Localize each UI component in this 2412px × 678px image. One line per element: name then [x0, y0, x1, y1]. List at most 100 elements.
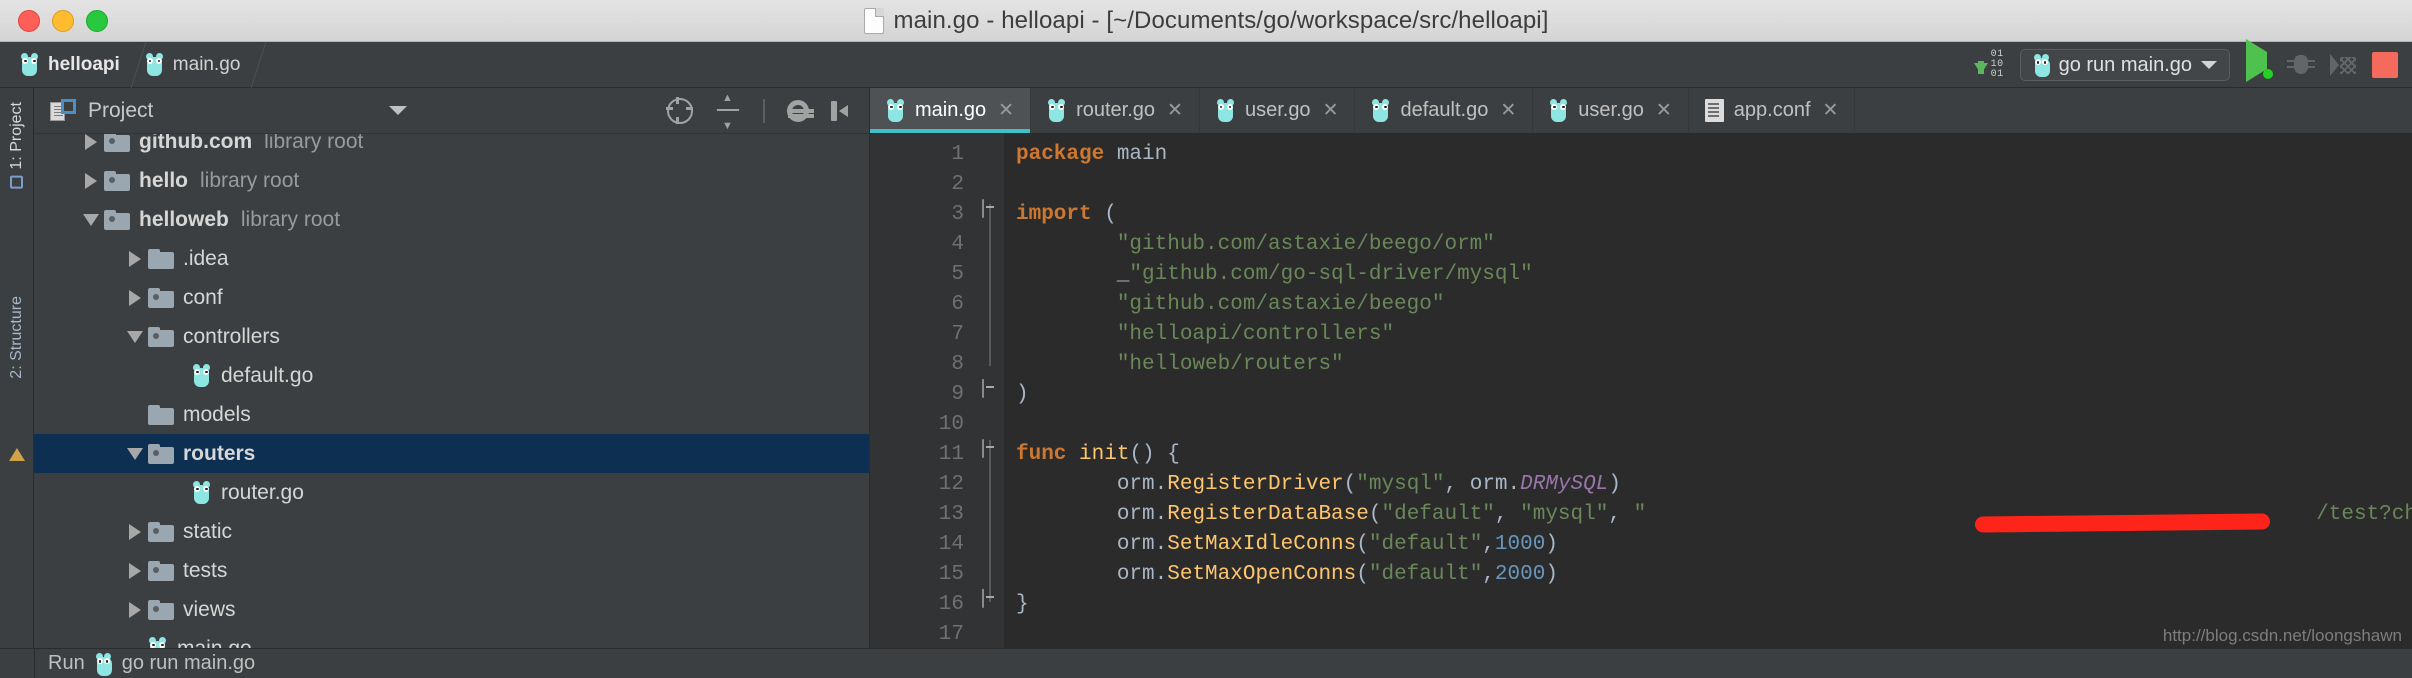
breadcrumb-item-helloapi[interactable]: helloapi — [16, 42, 136, 88]
tree-row-github-com[interactable]: github.com library root — [34, 134, 869, 161]
run-configuration-selector[interactable]: go run main.go — [2019, 49, 2230, 81]
gopher-icon — [20, 52, 39, 77]
favorites-icon[interactable] — [9, 448, 25, 461]
build-binary-icon[interactable]: 01 10 01 — [1973, 50, 2004, 80]
editor-tab-default-go[interactable]: default.go ✕ — [1355, 88, 1534, 133]
collapse-arrow-icon[interactable] — [122, 330, 148, 343]
run-configuration-label: go run main.go — [2058, 53, 2192, 76]
fold-start-init-icon[interactable] — [982, 439, 1000, 458]
expand-arrow-icon[interactable] — [78, 172, 104, 189]
line-number: 14 — [938, 533, 964, 556]
expand-arrow-icon[interactable] — [78, 134, 104, 150]
editor-tab-user-go[interactable]: user.go ✕ — [1200, 88, 1356, 133]
source-code-text[interactable]: package main import ( "github.com/astaxi… — [1004, 134, 2412, 678]
tree-row-router-go[interactable]: router.go — [34, 473, 869, 512]
folder-icon — [148, 287, 174, 308]
collapse-arrow-icon[interactable] — [78, 213, 104, 226]
tree-row-tests[interactable]: tests — [34, 551, 869, 590]
folder-icon — [148, 326, 174, 347]
tree-node-label: conf — [183, 285, 223, 309]
line-number: 17 — [938, 623, 964, 646]
tree-node-label: views — [183, 597, 236, 621]
expand-arrow-icon[interactable] — [122, 562, 148, 579]
editor-tab-user-go[interactable]: user.go ✕ — [1533, 88, 1689, 133]
line-number: 2 — [951, 173, 964, 196]
code-line-16: } — [1016, 593, 1029, 616]
close-tab-icon[interactable]: ✕ — [1656, 101, 1672, 120]
tree-row-default-go[interactable]: default.go — [34, 356, 869, 395]
project-file-tree[interactable]: github.com library root hello library root h… — [34, 134, 869, 678]
tree-row-helloweb[interactable]: helloweb library root — [34, 200, 869, 239]
expand-arrow-icon[interactable] — [122, 289, 148, 306]
expand-arrow-icon[interactable] — [122, 601, 148, 618]
editor-tab-app-conf[interactable]: app.conf ✕ — [1689, 88, 1856, 133]
fold-start-import-icon[interactable] — [982, 199, 1000, 218]
debug-button[interactable] — [2287, 53, 2315, 77]
hide-panel-icon[interactable] — [831, 98, 857, 124]
code-line-7: "helloapi/controllers" — [1016, 323, 1395, 346]
tree-node-label: default.go — [221, 363, 314, 387]
tree-node-label: controllers — [183, 324, 280, 348]
zoom-window-button[interactable] — [86, 9, 108, 32]
tool-window-tab-project[interactable]: 1: Project — [0, 94, 34, 197]
tree-row-conf[interactable]: conf — [34, 278, 869, 317]
code-editor[interactable]: 1 2 3 4 5 6 7 8 9 10 11 12 13 14 15 16 17 package main i… — [870, 134, 2412, 678]
stop-button[interactable] — [2372, 52, 2398, 78]
code-line-11: func init() { — [1016, 443, 1180, 466]
run-button[interactable] — [2246, 39, 2273, 82]
breadcrumb: helloapi main.go — [0, 41, 267, 88]
collapse-all-icon[interactable]: ▼ — [715, 92, 741, 132]
gopher-icon — [95, 653, 112, 676]
run-tool-window-bar[interactable]: Run go run main.go — [0, 648, 2412, 678]
editor-tab-router-go[interactable]: router.go ✕ — [1031, 88, 1200, 133]
close-tab-icon[interactable]: ✕ — [1500, 101, 1516, 120]
editor-tab-main-go[interactable]: main.go ✕ — [870, 88, 1032, 133]
gopher-icon — [1549, 98, 1568, 123]
tree-row-routers[interactable]: routers — [34, 434, 869, 473]
locate-target-icon[interactable] — [666, 96, 693, 124]
project-panel-title: Project — [88, 98, 154, 122]
tool-window-tab-structure[interactable]: 2: Structure — [0, 288, 34, 387]
close-window-button[interactable] — [18, 9, 40, 32]
tree-row--idea[interactable]: .idea — [34, 239, 869, 278]
toolbar-actions: 01 10 01 go run main.go — [1973, 39, 2398, 88]
project-panel-header: Project ▼ — [34, 88, 869, 134]
fold-end-init-icon[interactable] — [982, 589, 1000, 608]
line-number: 16 — [938, 593, 964, 616]
close-tab-icon[interactable]: ✕ — [1823, 101, 1839, 120]
tree-node-label: helloweb — [139, 207, 229, 231]
code-line-4: "github.com/astaxie/beego/orm" — [1016, 233, 1495, 256]
breadcrumb-item-main-go[interactable]: main.go — [141, 42, 257, 88]
project-tool-window: Project ▼ github.com library root hello lib… — [34, 88, 870, 678]
expand-arrow-icon[interactable] — [122, 250, 148, 267]
tree-row-static[interactable]: static — [34, 512, 869, 551]
editor-tab-label: default.go — [1400, 99, 1489, 121]
folder-icon — [104, 170, 130, 191]
traffic-light-buttons — [0, 9, 108, 32]
project-view-icon — [50, 98, 76, 123]
run-with-coverage-button[interactable] — [2330, 53, 2356, 77]
close-tab-icon[interactable]: ✕ — [1167, 101, 1183, 120]
minimize-window-button[interactable] — [52, 9, 74, 32]
settings-gear-icon[interactable] — [787, 99, 814, 122]
tree-row-models[interactable]: models — [34, 395, 869, 434]
fold-end-import-icon[interactable] — [982, 379, 1000, 398]
expand-arrow-icon[interactable] — [122, 523, 148, 540]
code-line-8: "helloweb/routers" — [1016, 353, 1344, 376]
editor-tab-bar[interactable]: main.go ✕ router.go ✕ user.go ✕ default.go ✕ use… — [870, 88, 2412, 134]
document-icon — [863, 7, 884, 34]
chevron-down-icon[interactable] — [389, 106, 407, 115]
close-tab-icon[interactable]: ✕ — [1323, 101, 1339, 120]
tree-node-meta: library root — [264, 134, 364, 153]
line-number: 12 — [938, 473, 964, 496]
tree-row-views[interactable]: views — [34, 590, 869, 629]
code-folding-gutter[interactable] — [978, 134, 1004, 678]
line-number: 15 — [938, 563, 964, 586]
tree-row-hello[interactable]: hello library root — [34, 161, 869, 200]
line-number: 10 — [938, 413, 964, 436]
close-tab-icon[interactable]: ✕ — [998, 101, 1014, 120]
code-line-1: package main — [1016, 143, 1168, 166]
tree-row-controllers[interactable]: controllers — [34, 317, 869, 356]
collapse-arrow-icon[interactable] — [122, 447, 148, 460]
